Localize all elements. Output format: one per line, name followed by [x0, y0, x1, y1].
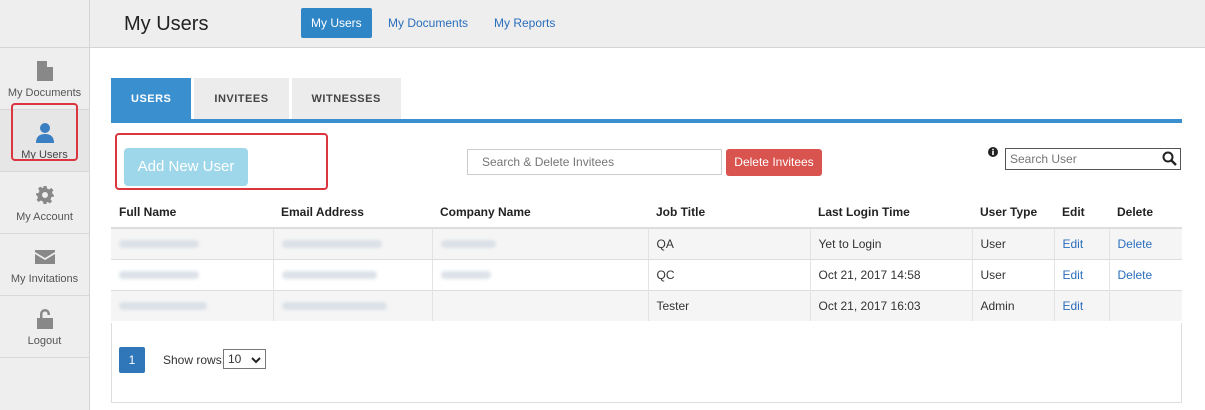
email-cell — [272, 258, 432, 290]
redacted-text — [119, 301, 207, 310]
column-header: Full Name — [111, 196, 273, 229]
last-login-cell: Oct 21, 2017 14:58 — [809, 258, 972, 290]
job-title-cell: Tester — [647, 289, 810, 321]
column-header: Last Login Time — [810, 196, 972, 229]
column-header: Delete — [1109, 196, 1182, 229]
delete-link[interactable]: Delete — [1118, 237, 1153, 251]
sidebar-item-my-account[interactable]: My Account — [0, 172, 89, 234]
company-cell — [431, 289, 648, 321]
last-login-cell: Yet to Login — [809, 227, 972, 259]
sidebar-item-my-invitations[interactable]: My Invitations — [0, 234, 89, 296]
column-header: Job Title — [648, 196, 810, 229]
table-row: QA Yet to Login User Edit Delete — [111, 227, 1182, 259]
user-type-cell: User — [971, 258, 1054, 290]
tab-invitees[interactable]: INVITEES — [194, 78, 289, 120]
delete-invitees-button[interactable]: Delete Invitees — [726, 149, 822, 176]
full-name-cell — [111, 258, 273, 290]
tab-underline — [111, 119, 1182, 123]
header-tab-my-documents[interactable]: My Documents — [378, 8, 478, 38]
column-header: Email Address — [273, 196, 432, 229]
company-cell — [431, 258, 648, 290]
content-tabs: USERS INVITEES WITNESSES — [111, 78, 404, 120]
redacted-text — [440, 239, 496, 248]
delete-link[interactable]: Delete — [1118, 268, 1153, 282]
rows-per-page-value: 10 — [228, 352, 242, 366]
job-title-cell: QC — [647, 258, 810, 290]
job-title-cell: QA — [647, 227, 810, 259]
redacted-text — [281, 301, 387, 310]
redacted-text — [440, 270, 491, 279]
column-header: Edit — [1054, 196, 1109, 229]
sidebar-highlight-box — [11, 103, 78, 161]
last-login-cell: Oct 21, 2017 16:03 — [809, 289, 972, 321]
rows-per-page-select[interactable]: 10 — [223, 349, 266, 369]
table-row: QC Oct 21, 2017 14:58 User Edit Delete — [111, 258, 1182, 290]
sidebar: My Documents My Users My Account My Invi… — [0, 0, 90, 410]
column-header: User Type — [972, 196, 1054, 229]
delete-cell — [1108, 289, 1182, 321]
top-header: My Users My Users My Documents My Report… — [90, 0, 1205, 48]
sidebar-item-label: My Documents — [7, 86, 82, 99]
table-footer — [111, 323, 1182, 403]
gear-icon — [35, 183, 54, 207]
search-invitees-input[interactable] — [467, 149, 722, 175]
unlock-icon — [36, 307, 53, 331]
info-icon — [988, 146, 998, 157]
header-tab-my-reports[interactable]: My Reports — [484, 8, 565, 38]
search-user-box — [1005, 148, 1181, 170]
add-user-highlight-box — [115, 133, 328, 190]
edit-link[interactable]: Edit — [1063, 237, 1084, 251]
edit-cell: Edit — [1053, 258, 1109, 290]
show-rows-label: Show rows: — [163, 353, 226, 367]
sidebar-item-label: My Invitations — [10, 272, 79, 285]
search-icon[interactable] — [1162, 151, 1177, 169]
edit-cell: Edit — [1053, 289, 1109, 321]
redacted-text — [281, 239, 382, 248]
edit-link[interactable]: Edit — [1063, 268, 1084, 282]
email-cell — [272, 227, 432, 259]
redacted-text — [119, 239, 199, 248]
users-table: Full Name Email Address Company Name Job… — [111, 196, 1182, 321]
email-cell — [272, 289, 432, 321]
user-type-cell: Admin — [971, 289, 1054, 321]
tab-users[interactable]: USERS — [111, 78, 192, 120]
redacted-text — [281, 270, 377, 279]
header-tab-my-users[interactable]: My Users — [301, 8, 372, 38]
search-user-input[interactable] — [1006, 149, 1156, 169]
envelope-icon — [34, 245, 55, 269]
sidebar-item-label: Logout — [27, 334, 62, 347]
table-header-row: Full Name Email Address Company Name Job… — [111, 196, 1182, 229]
delete-cell: Delete — [1108, 227, 1182, 259]
sidebar-item-logout[interactable]: Logout — [0, 296, 89, 358]
table-row: Tester Oct 21, 2017 16:03 Admin Edit — [111, 289, 1182, 321]
full-name-cell — [111, 289, 273, 321]
redacted-text — [119, 270, 199, 279]
tab-witnesses[interactable]: WITNESSES — [291, 78, 401, 120]
delete-cell: Delete — [1108, 258, 1182, 290]
page-title: My Users — [124, 13, 209, 35]
edit-cell: Edit — [1053, 227, 1109, 259]
column-header: Company Name — [432, 196, 648, 229]
user-type-cell: User — [971, 227, 1054, 259]
edit-link[interactable]: Edit — [1063, 299, 1084, 313]
sidebar-item-my-documents[interactable]: My Documents — [0, 48, 89, 110]
full-name-cell — [111, 227, 273, 259]
company-cell — [431, 227, 648, 259]
document-icon — [36, 59, 53, 83]
sidebar-item-label: My Account — [16, 210, 73, 223]
page-button-1[interactable]: 1 — [119, 347, 145, 373]
chevron-down-icon — [251, 353, 261, 371]
